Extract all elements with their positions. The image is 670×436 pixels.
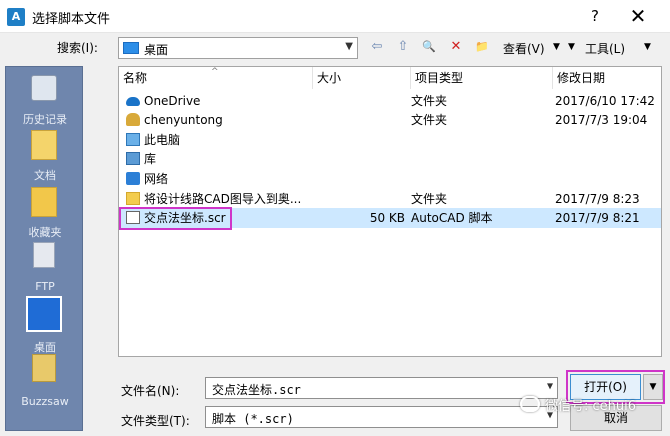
file-row[interactable]: 将设计线路CAD图导入到奥... 文件夹 2017/7/9 8:23 <box>119 189 661 209</box>
file-name: 网络 <box>144 172 169 186</box>
place-documents[interactable]: 文档 <box>6 167 84 183</box>
file-size: 50 KB <box>369 211 405 225</box>
file-type: 文件夹 <box>411 192 448 206</box>
chevron-down-icon[interactable]: ▼ <box>547 381 553 392</box>
filename-input[interactable]: 交点法坐标.scr ▼ <box>205 377 558 399</box>
autocad-app-icon: A <box>7 8 25 26</box>
file-row[interactable]: 网络 <box>119 169 661 189</box>
place-ftp[interactable]: FTP <box>6 280 84 293</box>
buzzsaw-icon[interactable] <box>32 354 56 382</box>
onedrive-icon <box>126 97 140 106</box>
filename-label: 文件名(N): <box>121 384 180 398</box>
lookin-value: 桌面 <box>144 43 169 57</box>
column-header-name[interactable]: 名称 ^ <box>119 67 313 89</box>
library-icon <box>126 152 140 165</box>
tools-menu[interactable]: 工具(L) <box>585 40 625 57</box>
computer-icon <box>126 133 140 146</box>
lookin-dropdown[interactable]: 桌面 ▼ <box>118 37 358 59</box>
wechat-logo-icon <box>520 396 540 412</box>
file-date: 2017/7/9 8:23 <box>555 192 640 206</box>
file-date: 2017/6/10 17:42 <box>555 94 655 108</box>
file-type: 文件夹 <box>411 113 448 127</box>
filetype-select[interactable]: 脚本 (*.scr) ▼ <box>205 406 558 428</box>
desktop-icon[interactable] <box>26 296 62 332</box>
file-row[interactable]: OneDrive 文件夹 2017/6/10 17:42 <box>119 91 661 111</box>
ftp-icon[interactable] <box>33 242 55 268</box>
history-icon[interactable] <box>31 75 57 101</box>
column-header-size[interactable]: 大小 <box>313 67 411 89</box>
lookin-label: 搜索(I): <box>57 41 98 55</box>
folder-icon <box>126 192 140 205</box>
file-name: 将设计线路CAD图导入到奥... <box>144 192 302 206</box>
search-web-icon[interactable]: 🔍 <box>420 38 438 56</box>
selected-file-highlight <box>119 207 232 230</box>
filetype-value: 脚本 (*.scr) <box>212 412 294 426</box>
column-header-name-label: 名称 <box>123 71 148 85</box>
desktop-folder-icon <box>123 42 139 54</box>
back-icon[interactable]: ⇦ <box>368 38 386 56</box>
file-name: 库 <box>144 152 157 166</box>
tools-chevron-icon[interactable]: ▼ <box>644 42 651 52</box>
documents-icon[interactable] <box>31 130 57 160</box>
file-type: AutoCAD 脚本 <box>411 211 493 225</box>
place-desktop[interactable]: 桌面 <box>6 339 84 355</box>
file-row[interactable]: chenyuntong 文件夹 2017/7/3 19:04 <box>119 110 661 130</box>
user-folder-icon <box>126 113 140 126</box>
views-menu[interactable]: 查看(V) <box>503 40 545 57</box>
help-button[interactable]: ? <box>583 6 607 26</box>
place-history[interactable]: 历史记录 <box>6 111 84 127</box>
file-name: OneDrive <box>144 94 201 108</box>
up-folder-icon[interactable]: ⇧ <box>394 38 412 56</box>
file-name: chenyuntong <box>144 113 223 127</box>
filetype-label: 文件类型(T): <box>121 414 190 428</box>
sort-ascending-icon: ^ <box>211 67 219 77</box>
place-favorites[interactable]: 收藏夹 <box>6 224 84 240</box>
views-dropdown-icon[interactable]: ▼ <box>553 42 560 52</box>
chevron-down-icon: ▼ <box>345 41 353 52</box>
file-type: 文件夹 <box>411 94 448 108</box>
file-name: 此电脑 <box>144 133 181 147</box>
file-list[interactable]: 名称 ^ 大小 项目类型 修改日期 OneDrive 文件夹 2017/6/10… <box>118 66 662 357</box>
column-header-date[interactable]: 修改日期 <box>553 67 661 89</box>
watermark-text: 微信号: cehui6 <box>545 399 637 414</box>
places-bar: 历史记录 文档 收藏夹 FTP 桌面 Buzzsaw <box>5 66 83 431</box>
favorites-icon[interactable] <box>31 187 57 217</box>
delete-icon[interactable]: ✕ <box>447 38 465 56</box>
filename-value: 交点法坐标.scr <box>212 383 301 397</box>
window-title: 选择脚本文件 <box>32 12 111 27</box>
file-row[interactable]: 库 <box>119 149 661 169</box>
file-date: 2017/7/9 8:21 <box>555 211 640 225</box>
close-button[interactable]: ✕ <box>626 5 650 27</box>
file-row[interactable]: 此电脑 <box>119 130 661 150</box>
new-folder-icon[interactable]: 📁 <box>473 38 491 56</box>
file-date: 2017/7/3 19:04 <box>555 113 648 127</box>
column-header-type[interactable]: 项目类型 <box>411 67 553 89</box>
tools-dropdown-icon[interactable]: ▼ <box>568 42 575 52</box>
place-buzzsaw[interactable]: Buzzsaw <box>6 395 84 408</box>
title-bar: A 选择脚本文件 ? ✕ <box>0 0 670 33</box>
network-icon <box>126 172 140 185</box>
